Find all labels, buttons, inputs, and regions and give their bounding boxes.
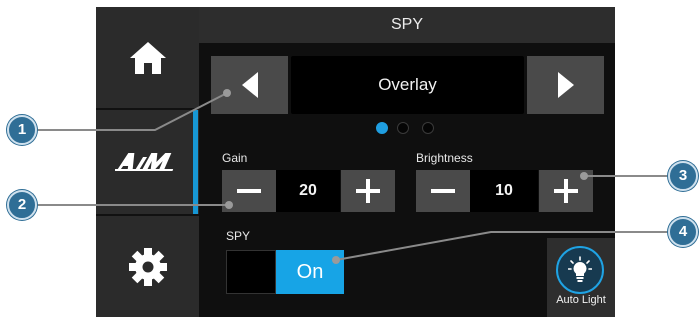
gain-decrease-button[interactable] xyxy=(222,170,276,212)
spy-toggle-off-segment[interactable] xyxy=(226,250,276,294)
plus-icon xyxy=(356,179,380,203)
home-icon xyxy=(129,41,166,74)
callout-badge-1: 1 xyxy=(7,115,37,145)
brightness-increase-button[interactable] xyxy=(539,170,593,212)
callout-badge-3: 3 xyxy=(668,161,698,191)
brightness-decrease-button[interactable] xyxy=(416,170,470,212)
callout-badge-2: 2 xyxy=(7,190,37,220)
sidebar-item-settings[interactable] xyxy=(96,216,199,317)
brightness-label: Brightness xyxy=(416,151,473,165)
page-indicator-dot xyxy=(422,122,434,134)
callout-badge-4: 4 xyxy=(668,217,698,247)
prev-mode-button[interactable] xyxy=(211,56,288,114)
page-indicator-dot-active xyxy=(376,122,388,134)
sidebar-active-indicator xyxy=(193,110,198,214)
auto-light-label: Auto Light xyxy=(556,294,606,306)
next-mode-button[interactable] xyxy=(527,56,604,114)
gear-icon xyxy=(128,247,167,286)
light-bulb-icon xyxy=(568,256,592,282)
triangle-left-icon xyxy=(241,72,258,98)
gain-value: 20 xyxy=(276,170,340,212)
auto-light-icon-circle[interactable] xyxy=(556,246,604,294)
page-indicator-dot xyxy=(397,122,409,134)
gain-increase-button[interactable] xyxy=(341,170,395,212)
sidebar-item-home[interactable] xyxy=(96,7,199,108)
mode-value: Overlay xyxy=(378,75,437,94)
minus-icon xyxy=(431,189,455,193)
spy-toggle-on-segment[interactable]: On xyxy=(276,250,344,294)
brightness-value: 10 xyxy=(470,170,538,212)
plus-icon xyxy=(554,179,578,203)
triangle-right-icon xyxy=(557,72,574,98)
minus-icon xyxy=(237,189,261,193)
gain-label: Gain xyxy=(222,151,248,165)
aim-logo-icon xyxy=(114,153,173,171)
sidebar-item-aim[interactable] xyxy=(96,110,199,214)
spy-toggle-label: SPY xyxy=(226,229,251,243)
page-title: SPY xyxy=(390,16,423,33)
